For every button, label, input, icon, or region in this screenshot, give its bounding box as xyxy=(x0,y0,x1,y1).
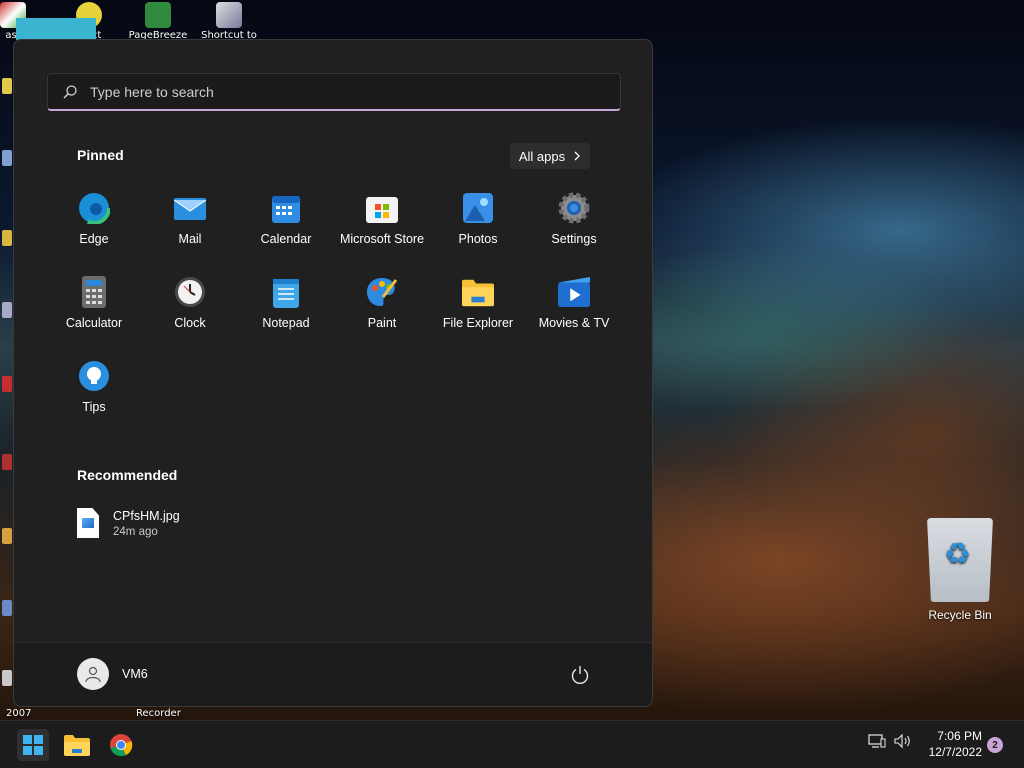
app-label: Settings xyxy=(551,232,597,246)
mail-icon xyxy=(174,192,206,224)
user-name: VM6 xyxy=(122,667,148,681)
image-file-icon xyxy=(77,508,99,538)
desktop-left-icons xyxy=(0,40,14,720)
app-label: Edge xyxy=(79,232,109,246)
tips-icon xyxy=(78,360,110,392)
app-label: Clock xyxy=(174,316,206,330)
pinned-app-notepad[interactable]: Notepad xyxy=(238,272,334,344)
taskbar-chrome[interactable] xyxy=(105,729,137,761)
settings-icon xyxy=(558,192,590,224)
all-apps-label: All apps xyxy=(518,148,566,164)
calendar-icon xyxy=(270,192,302,224)
pinned-app-calculator[interactable]: Calculator xyxy=(46,272,142,344)
clock-icon xyxy=(174,276,206,308)
paint-icon xyxy=(366,276,398,308)
app-label: Mail xyxy=(178,232,202,246)
notepad-icon xyxy=(270,276,302,308)
start-button[interactable] xyxy=(17,729,49,761)
app-label: Paint xyxy=(367,316,397,330)
recycle-bin-label: Recycle Bin xyxy=(928,608,992,622)
store-icon xyxy=(366,192,398,224)
clock-time: 7:06 PM xyxy=(937,729,982,743)
desktop-label-2007: 2007 xyxy=(6,708,32,719)
search-box[interactable] xyxy=(47,73,621,111)
taskbar-clock[interactable]: 7:06 PM 12/7/2022 xyxy=(920,728,982,760)
network-icon[interactable] xyxy=(868,733,886,749)
pinned-grid: Edge Mail Calendar Microsoft Store Photo… xyxy=(46,188,622,428)
recommended-file-name: CPfsHM.jpg xyxy=(113,508,180,523)
all-apps-button[interactable]: All apps xyxy=(510,143,590,169)
pinned-app-settings[interactable]: Settings xyxy=(526,188,622,260)
pinned-app-calendar[interactable]: Calendar xyxy=(238,188,334,260)
user-avatar-icon xyxy=(77,658,109,690)
start-menu: Pinned All apps Edge Mail Calendar xyxy=(13,39,653,707)
system-tray xyxy=(868,733,912,749)
pinned-app-file-explorer[interactable]: File Explorer xyxy=(430,272,526,344)
pinned-app-clock[interactable]: Clock xyxy=(142,272,238,344)
pinned-app-movies-tv[interactable]: Movies & TV xyxy=(526,272,622,344)
movies-icon xyxy=(558,276,590,308)
recommended-heading: Recommended xyxy=(77,467,178,483)
start-menu-footer: VM6 xyxy=(14,642,652,706)
recycle-bin[interactable]: ♻ Recycle Bin xyxy=(918,518,1002,622)
calculator-icon xyxy=(78,276,110,308)
search-icon xyxy=(63,84,77,99)
chrome-icon xyxy=(110,734,133,757)
taskbar: 7:06 PM 12/7/2022 2 xyxy=(0,720,1024,768)
folder-icon xyxy=(64,735,90,756)
pinned-app-edge[interactable]: Edge xyxy=(46,188,142,260)
desktop-icon-shortcut[interactable]: Shortcut to xyxy=(194,2,264,41)
pagebreeze-icon xyxy=(145,2,171,28)
pinned-app-mail[interactable]: Mail xyxy=(142,188,238,260)
volume-icon[interactable] xyxy=(894,733,912,749)
pinned-heading: Pinned xyxy=(77,147,124,163)
pinned-app-photos[interactable]: Photos xyxy=(430,188,526,260)
app-label: Microsoft Store xyxy=(339,232,425,246)
app-label: Calendar xyxy=(260,232,312,246)
desktop-selection xyxy=(16,18,96,40)
desktop-icon-pagebreeze[interactable]: PageBreeze xyxy=(123,2,193,41)
pinned-app-paint[interactable]: Paint xyxy=(334,272,430,344)
chevron-right-icon xyxy=(574,151,581,161)
app-label: Tips xyxy=(82,400,106,414)
pinned-app-tips[interactable]: Tips xyxy=(46,356,142,428)
recommended-item[interactable]: CPfsHM.jpg 24m ago xyxy=(77,508,180,538)
app-label: Photos xyxy=(458,232,498,246)
user-account-button[interactable]: VM6 xyxy=(77,658,148,690)
power-icon[interactable] xyxy=(569,664,591,686)
pinned-app-store[interactable]: Microsoft Store xyxy=(334,188,430,260)
edge-icon xyxy=(78,192,110,224)
app-label: Movies & TV xyxy=(538,316,610,330)
shortcut-icon xyxy=(216,2,242,28)
clock-date: 12/7/2022 xyxy=(928,745,982,759)
app-label: File Explorer xyxy=(442,316,514,330)
app-label: Calculator xyxy=(65,316,123,330)
folder-icon xyxy=(462,276,494,308)
app-label: Notepad xyxy=(262,316,310,330)
photos-icon xyxy=(462,192,494,224)
windows-logo-icon xyxy=(23,735,43,755)
recycle-bin-icon: ♻ xyxy=(927,518,993,602)
search-input[interactable] xyxy=(90,83,570,100)
taskbar-file-explorer[interactable] xyxy=(61,729,93,761)
recommended-file-time: 24m ago xyxy=(113,525,158,538)
notification-badge[interactable]: 2 xyxy=(987,737,1003,753)
desktop-label-recorder: Recorder xyxy=(136,708,181,719)
